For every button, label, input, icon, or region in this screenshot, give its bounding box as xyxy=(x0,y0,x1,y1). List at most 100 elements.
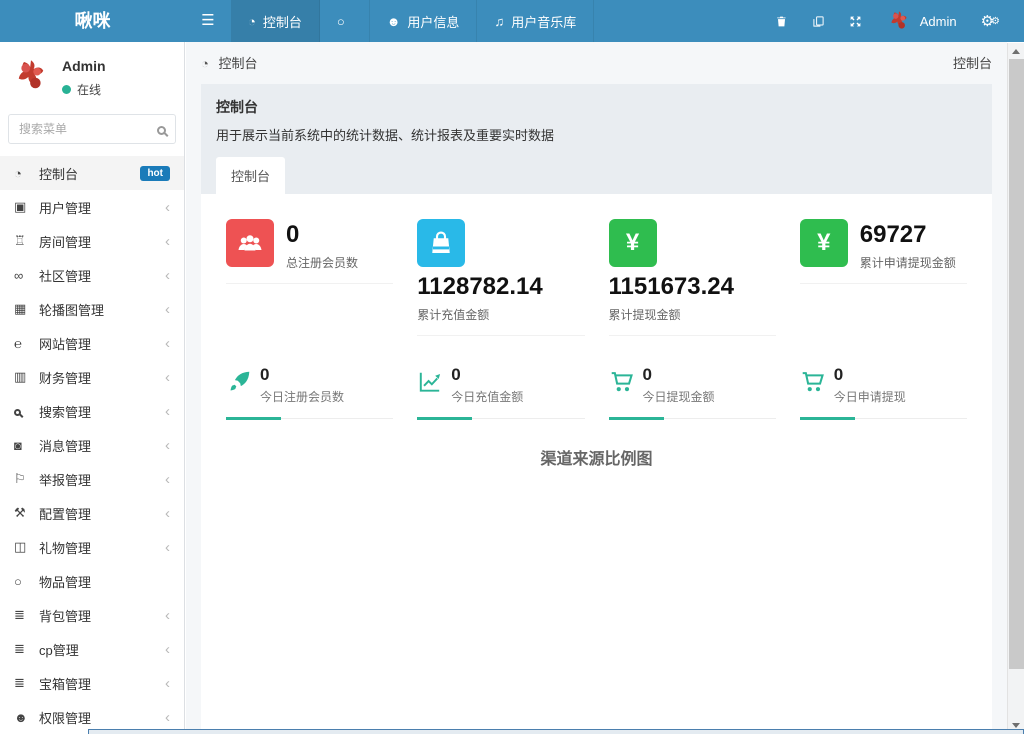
chevron-left-icon: ‹ xyxy=(165,234,170,249)
sidebar-item-label: 宝箱管理 xyxy=(39,674,165,693)
music-icon: ♫ xyxy=(494,15,504,28)
gears-icon[interactable]: ⚙⚙ xyxy=(969,0,1012,42)
sidebar-item-消息管理[interactable]: ◙消息管理‹ xyxy=(0,428,184,462)
sidebar-item-label: 搜索管理 xyxy=(39,402,165,421)
today-stat: 0今日注册会员数 xyxy=(226,366,393,419)
stat-card: ¥1151673.24累计提现金额 xyxy=(597,219,788,336)
sidebar-item-label: 举报管理 xyxy=(39,470,165,489)
stat-value: 69727 xyxy=(860,221,956,249)
rocket-icon xyxy=(226,366,260,400)
avatar xyxy=(10,55,52,97)
sidebar-item-背包管理[interactable]: ≣背包管理‹ xyxy=(0,598,184,632)
sidebar-item-label: 社区管理 xyxy=(39,266,165,285)
online-dot-icon xyxy=(62,85,71,94)
chevron-left-icon: ‹ xyxy=(165,268,170,283)
avatar xyxy=(886,8,912,34)
sidebar-item-label: 权限管理 xyxy=(39,708,165,727)
sidebar-item-label: cp管理 xyxy=(39,640,165,659)
money-icon: ▥ xyxy=(14,369,39,385)
nav-tab-user-music[interactable]: ♫ 用户音乐库 xyxy=(477,0,594,42)
sidebar-item-搜索管理[interactable]: 搜索管理‹ xyxy=(0,394,184,428)
brand-logo[interactable]: 啾咪 xyxy=(0,0,185,42)
stat-card: 0总注册会员数 xyxy=(214,219,405,336)
nav-tab-user-info[interactable]: ☻ 用户信息 xyxy=(370,0,478,42)
sidebar-user-panel: Admin 在线 xyxy=(0,42,184,106)
main-content: ◔ 控制台 控制台 控制台 用于展示当前系统中的统计数据、统计报表及重要实时数据… xyxy=(186,42,1007,734)
sidebar-item-礼物管理[interactable]: ◫礼物管理‹ xyxy=(0,530,184,564)
users-icon: ☻ xyxy=(14,710,39,725)
sidebar-item-物品管理[interactable]: ○物品管理 xyxy=(0,564,184,598)
scroll-down-icon[interactable] xyxy=(1012,723,1020,728)
hamburger-icon[interactable]: ☰ xyxy=(185,0,231,42)
sidebar-item-财务管理[interactable]: ▥财务管理‹ xyxy=(0,360,184,394)
stat-value: 1151673.24 xyxy=(609,273,734,301)
sidebar-item-配置管理[interactable]: ⚒配置管理‹ xyxy=(0,496,184,530)
circleo-icon: ○ xyxy=(337,15,345,28)
sidebar-item-宝箱管理[interactable]: ≣宝箱管理‹ xyxy=(0,666,184,700)
chevron-left-icon: ‹ xyxy=(165,200,170,215)
sidebar-item-控制台[interactable]: ◔控制台hot xyxy=(0,156,184,190)
sidebar-menu: ◔控制台hot▣用户管理‹♖房间管理‹∞社区管理‹▦轮播图管理‹℮网站管理‹▥财… xyxy=(0,156,184,734)
sidebar-item-label: 礼物管理 xyxy=(39,538,165,557)
sidebar-item-label: 用户管理 xyxy=(39,198,165,217)
scroll-up-icon[interactable] xyxy=(1012,49,1020,54)
sidebar-item-举报管理[interactable]: ⚐举报管理‹ xyxy=(0,462,184,496)
yen-icon: ¥ xyxy=(800,219,848,267)
stats-row: 0总注册会员数 1128782.14 累计充值金额 ¥1151673.24 累计提现金额… xyxy=(214,219,979,336)
stat-card: ¥69727累计申请提现金额 xyxy=(788,219,979,336)
nav-tab-label: 用户信息 xyxy=(407,12,459,31)
scrollbar-thumb[interactable] xyxy=(1009,59,1024,669)
nav-tab-circle[interactable]: ○ xyxy=(320,0,370,42)
vertical-scrollbar[interactable] xyxy=(1007,43,1024,734)
sidebar-item-label: 控制台 xyxy=(39,164,140,183)
today-stat-value: 0 xyxy=(643,366,715,383)
cart-icon xyxy=(800,366,834,400)
navbar-tabs: ◔ 控制台 ○ ☻ 用户信息 ♫ 用户音乐库 xyxy=(231,0,594,42)
nav-tab-label: 控制台 xyxy=(263,12,302,31)
chevron-left-icon: ‹ xyxy=(165,438,170,453)
sidebar-user-name: Admin xyxy=(62,58,106,74)
nav-tab-label: 用户音乐库 xyxy=(511,12,576,31)
user-menu[interactable]: Admin xyxy=(874,8,969,34)
sidebar-item-轮播图管理[interactable]: ▦轮播图管理‹ xyxy=(0,292,184,326)
stat-label: 累计提现金额 xyxy=(609,306,734,323)
list-icon: ≣ xyxy=(14,675,39,691)
sidebar-item-社区管理[interactable]: ∞社区管理‹ xyxy=(0,258,184,292)
chevron-left-icon: ‹ xyxy=(165,404,170,419)
today-stat: 0今日申请提现 xyxy=(800,366,967,419)
chevron-left-icon: ‹ xyxy=(165,710,170,725)
sidebar-item-cp管理[interactable]: ≣cp管理‹ xyxy=(0,632,184,666)
today-stat-value: 0 xyxy=(451,366,523,383)
stat-value: 0 xyxy=(286,221,358,249)
trash-icon[interactable] xyxy=(763,0,800,42)
stat-value: 1128782.14 xyxy=(417,273,542,301)
chevron-left-icon: ‹ xyxy=(165,472,170,487)
bank-icon: ♖ xyxy=(14,233,39,249)
stat-label: 累计充值金额 xyxy=(417,306,542,323)
sidebar-item-用户管理[interactable]: ▣用户管理‹ xyxy=(0,190,184,224)
navbar-right: Admin ⚙⚙ xyxy=(763,0,1024,42)
tab-dashboard[interactable]: 控制台 xyxy=(216,157,285,194)
user-icon: ☻ xyxy=(387,15,401,28)
files-icon[interactable] xyxy=(800,0,837,42)
breadcrumb-home[interactable]: ◔ 控制台 xyxy=(201,53,258,72)
bottom-bar[interactable] xyxy=(88,729,1024,734)
nav-tab-dashboard[interactable]: ◔ 控制台 xyxy=(231,0,320,42)
moto-icon: ∞ xyxy=(14,268,39,283)
today-stat-label: 今日提现金额 xyxy=(643,388,715,405)
msg-icon: ◙ xyxy=(14,438,39,453)
page-description: 用于展示当前系统中的统计数据、统计报表及重要实时数据 xyxy=(216,125,977,144)
chart-line-icon xyxy=(417,366,451,400)
sidebar-item-label: 背包管理 xyxy=(39,606,165,625)
sidebar-item-房间管理[interactable]: ♖房间管理‹ xyxy=(0,224,184,258)
sidebar-item-label: 财务管理 xyxy=(39,368,165,387)
gauge-icon: ◔ xyxy=(248,15,256,28)
page-header: 控制台 用于展示当前系统中的统计数据、统计报表及重要实时数据 控制台 xyxy=(201,84,992,194)
top-navbar: 啾咪 ☰ ◔ 控制台 ○ ☻ 用户信息 ♫ 用户音乐库 Admin ⚙⚙ xyxy=(0,0,1024,42)
expand-icon[interactable] xyxy=(837,0,874,42)
search-input[interactable] xyxy=(8,114,176,144)
sidebar-item-label: 网站管理 xyxy=(39,334,165,353)
image-icon: ▦ xyxy=(14,301,39,317)
sidebar-item-网站管理[interactable]: ℮网站管理‹ xyxy=(0,326,184,360)
chevron-left-icon: ‹ xyxy=(165,540,170,555)
